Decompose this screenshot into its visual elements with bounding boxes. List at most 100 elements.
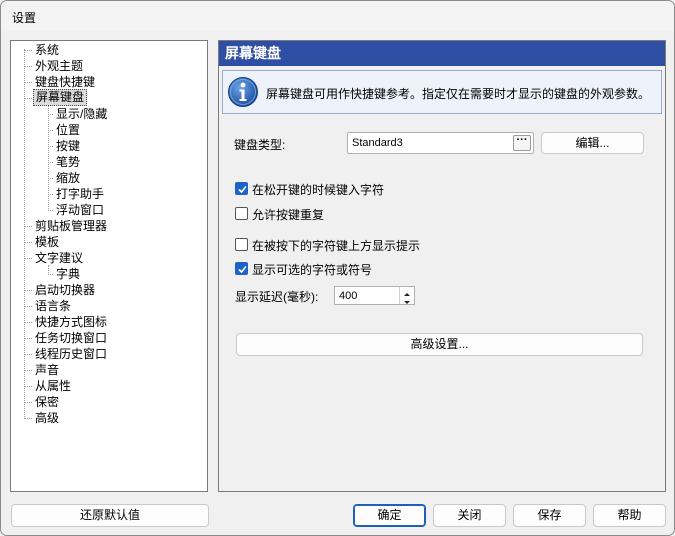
- browse-keyboard-button[interactable]: ···: [513, 135, 531, 151]
- tree-connector: [24, 82, 32, 83]
- save-button[interactable]: 保存: [513, 504, 586, 527]
- tree-connector: [48, 114, 53, 115]
- keyboard-type-value: Standard3: [352, 137, 403, 149]
- edit-button[interactable]: 编辑...: [541, 132, 644, 154]
- tree-item-label: 语言条: [35, 299, 72, 313]
- tree-item[interactable]: 显示/隐藏: [11, 106, 201, 122]
- tree-item-label: 启动切换器: [35, 283, 96, 297]
- spin-up-icon[interactable]: [400, 287, 414, 296]
- tree-item[interactable]: 位置: [11, 122, 201, 138]
- settings-panel: 屏幕键盘 屏幕键盘可用作快捷键参考。指定仅在需要时才显示的键盘的外观参数。 键盘…: [218, 40, 666, 492]
- checkbox-key-repeat[interactable]: [235, 207, 248, 220]
- tree-item-label: 文字建议: [35, 251, 84, 265]
- tree-item-label: 笔势: [56, 155, 81, 169]
- option-type-on-release-label: 在松开键的时候键入字符: [252, 183, 385, 197]
- tree-item[interactable]: 快捷方式图标: [11, 314, 201, 330]
- tree-connector: [24, 306, 32, 307]
- tree-connector: [24, 226, 32, 227]
- tree-item-label: 声音: [35, 363, 60, 377]
- tree-item[interactable]: 剪贴板管理器: [11, 218, 201, 234]
- tree-item-label: 缩放: [56, 171, 81, 185]
- tree-connector: [48, 194, 53, 195]
- window-title: 设置: [12, 11, 37, 25]
- checkbox-type-on-release[interactable]: [235, 182, 248, 195]
- tree-connector: [24, 290, 32, 291]
- tree-connector: [24, 66, 32, 67]
- delay-spinner[interactable]: 400: [334, 286, 415, 305]
- tree-item-label: 高级: [35, 411, 60, 425]
- spin-down-icon[interactable]: [400, 296, 414, 304]
- tree-item[interactable]: 模板: [11, 234, 201, 250]
- tree-connector: [24, 322, 32, 323]
- tree-item-label: 任务切换窗口: [35, 331, 108, 345]
- tree-item[interactable]: 按键: [11, 138, 201, 154]
- help-button[interactable]: 帮助: [593, 504, 666, 527]
- title-bar: 设置: [1, 1, 674, 31]
- info-icon: [227, 76, 259, 108]
- close-button[interactable]: 关闭: [433, 504, 506, 527]
- tree-item[interactable]: 任务切换窗口: [11, 330, 201, 346]
- option-show-alternates-label: 显示可选的字符或符号: [252, 263, 373, 277]
- info-box: 屏幕键盘可用作快捷键参考。指定仅在需要时才显示的键盘的外观参数。: [222, 70, 662, 114]
- tree-item-label: 外观主题: [35, 59, 84, 73]
- tree-connector: [24, 258, 32, 259]
- option-show-hint-label: 在被按下的字符键上方显示提示: [252, 239, 421, 253]
- tree-connector: [24, 386, 32, 387]
- tree-item-label: 浮动窗口: [56, 203, 105, 217]
- tree-item[interactable]: 缩放: [11, 170, 201, 186]
- tree-item[interactable]: 浮动窗口: [11, 202, 201, 218]
- tree-item[interactable]: 笔势: [11, 154, 201, 170]
- advanced-settings-button[interactable]: 高级设置...: [236, 333, 643, 356]
- checkbox-show-hint[interactable]: [235, 238, 248, 251]
- tree-item-label: 剪贴板管理器: [35, 219, 108, 233]
- tree-item-label: 模板: [35, 235, 60, 249]
- tree-connector: [48, 210, 53, 211]
- tree-connector: [48, 274, 53, 275]
- tree-connector: [24, 402, 32, 403]
- tree-connector: [24, 50, 32, 51]
- delay-value: 400: [339, 290, 358, 302]
- tree-connector: [24, 98, 32, 99]
- tree-item[interactable]: 文字建议: [11, 250, 201, 266]
- tree-item-label: 从属性: [35, 379, 72, 393]
- tree-item-label: 显示/隐藏: [56, 107, 108, 121]
- tree-item-label: 保密: [35, 395, 60, 409]
- spinner-buttons: [399, 287, 414, 304]
- tree-item[interactable]: 打字助手: [11, 186, 201, 202]
- tree-connector: [48, 178, 53, 179]
- keyboard-type-label: 键盘类型:: [234, 138, 286, 152]
- tree-item[interactable]: 字典: [11, 266, 201, 282]
- tree-item[interactable]: 启动切换器: [11, 282, 201, 298]
- tree-item[interactable]: 高级: [11, 410, 201, 426]
- option-key-repeat-label: 允许按键重复: [252, 208, 325, 222]
- tree-item-label: 屏幕键盘: [33, 89, 88, 106]
- tree-item-label: 线程历史窗口: [35, 347, 108, 361]
- tree-connector: [48, 130, 53, 131]
- tree-item[interactable]: 键盘快捷键: [11, 74, 201, 90]
- tree-item[interactable]: 屏幕键盘: [11, 89, 201, 106]
- tree-connector: [24, 370, 32, 371]
- reset-defaults-button[interactable]: 还原默认值: [11, 504, 209, 527]
- tree-connector: [24, 242, 32, 243]
- tree-item[interactable]: 外观主题: [11, 58, 201, 74]
- tree-item[interactable]: 线程历史窗口: [11, 346, 201, 362]
- tree-connector: [48, 162, 53, 163]
- tree-item-label: 键盘快捷键: [35, 75, 96, 89]
- info-text: 屏幕键盘可用作快捷键参考。指定仅在需要时才显示的键盘的外观参数。: [266, 87, 651, 101]
- tree-item-label: 按键: [56, 139, 81, 153]
- tree-connector: [24, 354, 32, 355]
- delay-label: 显示延迟(毫秒):: [235, 290, 319, 304]
- panel-title: 屏幕键盘: [219, 41, 665, 66]
- tree-item[interactable]: 系统: [11, 42, 201, 58]
- tree-item[interactable]: 从属性: [11, 378, 201, 394]
- tree-connector: [24, 418, 32, 419]
- tree-item[interactable]: 声音: [11, 362, 201, 378]
- tree-item[interactable]: 保密: [11, 394, 201, 410]
- tree-item[interactable]: 语言条: [11, 298, 201, 314]
- keyboard-type-field[interactable]: Standard3 ···: [347, 132, 534, 154]
- tree-item-label: 打字助手: [56, 187, 105, 201]
- settings-tree[interactable]: 系统外观主题键盘快捷键 屏幕键盘 显示/隐藏 位置 按键笔势缩放打字助手浮动窗口剪贴板管…: [10, 40, 208, 492]
- tree-item-label: 系统: [35, 43, 60, 57]
- ok-button[interactable]: 确定: [353, 504, 426, 527]
- checkbox-show-alternates[interactable]: [235, 262, 248, 275]
